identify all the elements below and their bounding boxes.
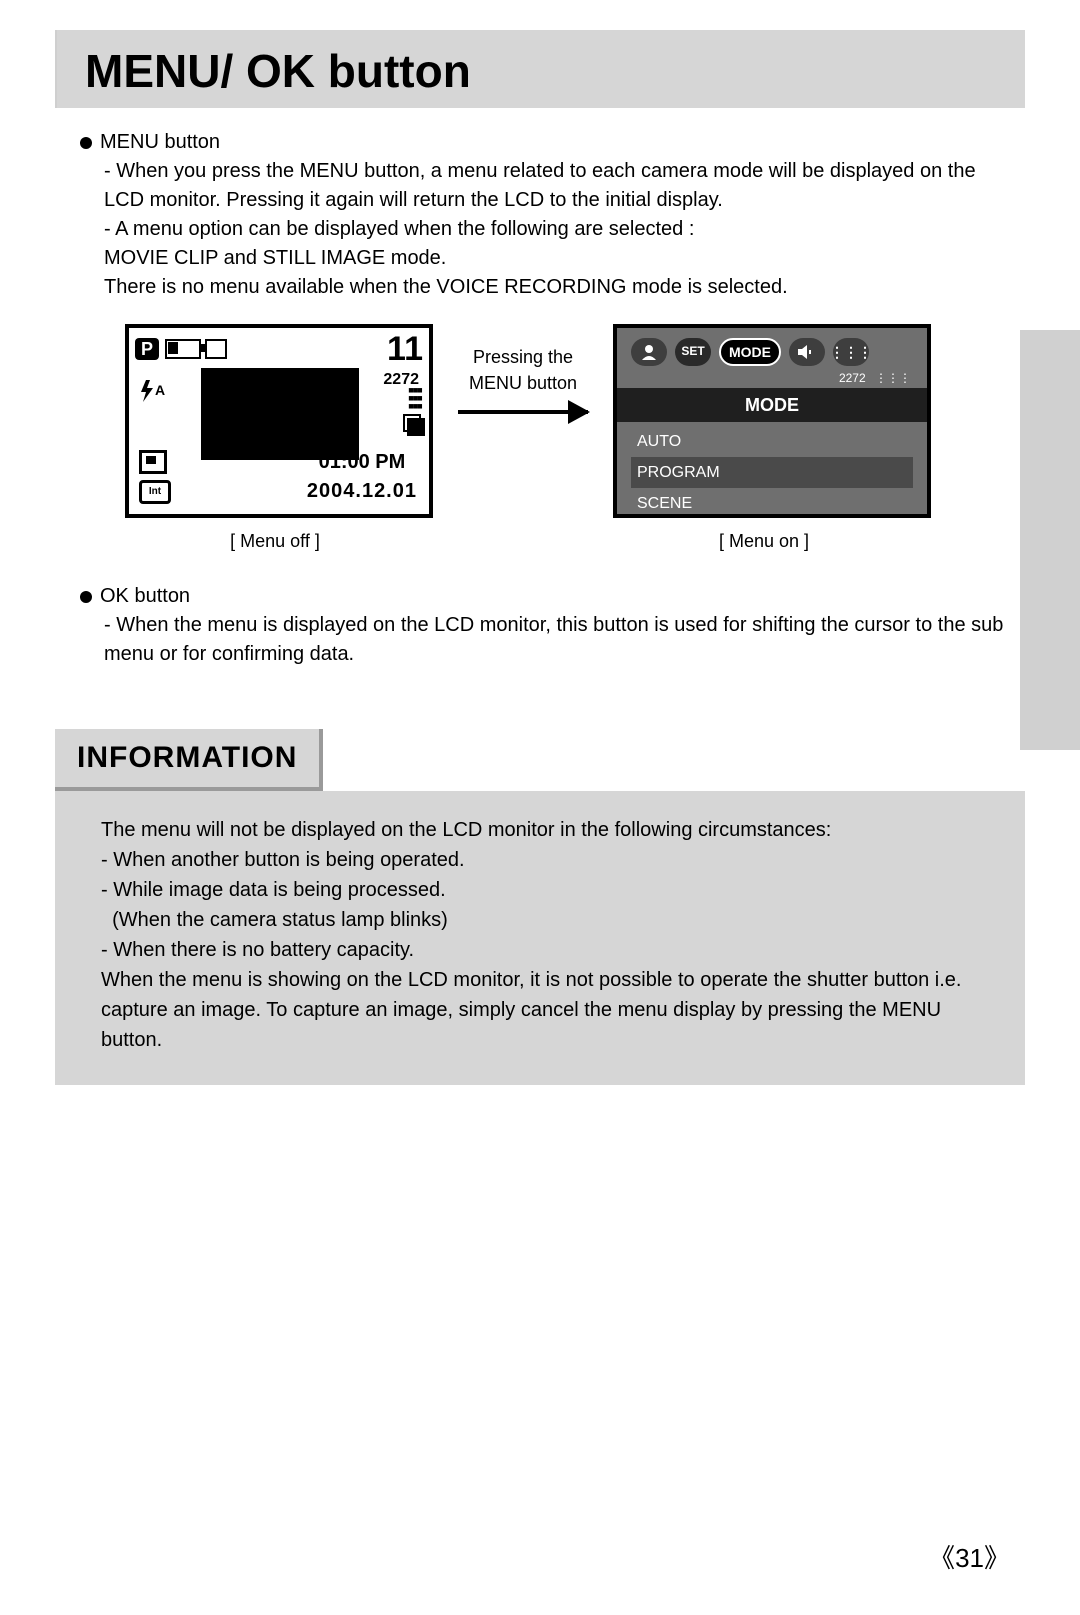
section2-heading: OK button: [100, 582, 190, 611]
section1-heading: MENU button: [100, 128, 220, 157]
information-body: The menu will not be displayed on the LC…: [55, 791, 1025, 1085]
page-title: MENU/ OK button: [85, 44, 1005, 98]
menu-grid-icon: ⋮⋮⋮: [875, 371, 911, 385]
info-line-4: - When there is no battery capacity.: [101, 935, 999, 965]
page-title-bar: MENU/ OK button: [55, 30, 1025, 108]
grid-tab-icon: ⋮⋮⋮: [833, 338, 869, 366]
caption-menu-off: [ Menu off ]: [125, 528, 425, 554]
information-heading: INFORMATION: [55, 729, 323, 791]
grid-icon: ▪▪▪▪▪▪▪▪▪: [401, 386, 421, 410]
mode-badge: P: [135, 338, 159, 360]
info-line-5: When the menu is showing on the LCD moni…: [101, 965, 999, 1055]
info-line-3: (When the camera status lamp blinks): [101, 905, 999, 935]
battery-icon: [165, 339, 201, 359]
caption-menu-on: [ Menu on ]: [605, 528, 923, 554]
arrow-right-icon: [458, 410, 588, 414]
arrow-caption-1: Pressing the: [433, 344, 613, 370]
sound-tab-icon: [789, 338, 825, 366]
focus-icon: [139, 450, 167, 474]
storage-icon: [205, 339, 227, 359]
section2-line: - When the menu is displayed on the LCD …: [104, 611, 1010, 669]
lcd-menu-off: P 11 2272 ▪▪▪▪▪▪▪▪▪ A Int: [125, 324, 433, 518]
info-line-1: - When another button is being operated.: [101, 845, 999, 875]
internal-memory-icon: Int: [139, 480, 171, 504]
quality-icon: [401, 414, 421, 434]
section1-line-0: - When you press the MENU button, a menu…: [104, 157, 1010, 215]
time-label: 01:00 PM: [307, 448, 417, 477]
preview-area: [201, 368, 359, 460]
arrow-caption-2: MENU button: [433, 370, 613, 396]
mode-item-program: PROGRAM: [631, 457, 913, 488]
user-tab-icon: [631, 338, 667, 366]
side-tab: [1020, 330, 1080, 750]
shot-count: 11: [387, 332, 423, 366]
set-tab-icon: SET: [675, 338, 711, 366]
lcd-menu-on: SET MODE ⋮⋮⋮ 2272 ⋮⋮⋮ MODE: [613, 324, 931, 518]
info-line-0: The menu will not be displayed on the LC…: [101, 815, 999, 845]
section1-line-3: There is no menu available when the VOIC…: [104, 273, 1010, 302]
mode-header: MODE: [617, 388, 927, 422]
mode-item-auto: AUTO: [631, 426, 913, 457]
mode-item-scene: SCENE: [631, 488, 913, 519]
flash-auto-icon: A: [139, 380, 165, 411]
section1-line-1: - A menu option can be displayed when th…: [104, 215, 1010, 244]
info-line-2: - While image data is being processed.: [101, 875, 999, 905]
page-number: 《31》: [929, 1538, 1010, 1575]
menu-resolution: 2272: [839, 371, 866, 385]
mode-tab-active: MODE: [719, 338, 781, 366]
date-label: 2004.12.01: [307, 477, 417, 506]
bullet-icon: [80, 591, 92, 603]
section1-line-2: MOVIE CLIP and STILL IMAGE mode.: [104, 244, 1010, 273]
figure-row: P 11 2272 ▪▪▪▪▪▪▪▪▪ A Int: [125, 324, 1010, 518]
bullet-icon: [80, 137, 92, 149]
